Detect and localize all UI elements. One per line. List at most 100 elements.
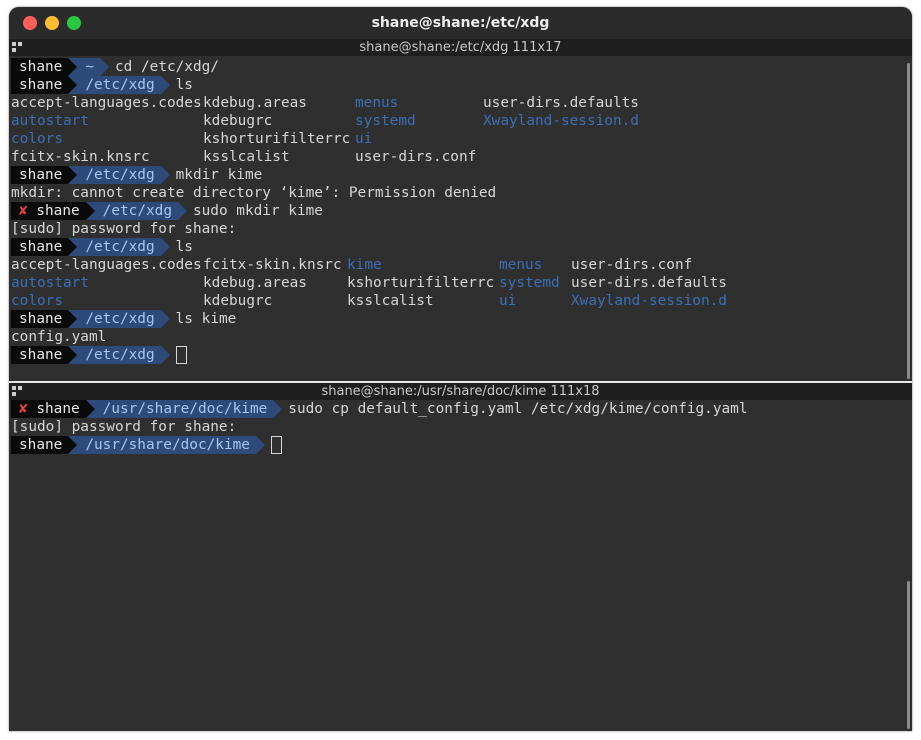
terminal-cursor[interactable]: [270, 436, 282, 454]
terminal-line: shane/etc/xdg: [11, 346, 187, 364]
pane2-title: shane@shane:/usr/share/doc/kime 111x18: [321, 384, 600, 399]
command-text: ls: [175, 77, 193, 93]
prompt-username: shane: [19, 347, 63, 363]
pane1-scrollbar[interactable]: [907, 63, 910, 379]
prompt-username: shane: [36, 401, 80, 417]
ls-directory-entry[interactable]: menus: [355, 94, 398, 112]
prompt-path-segment: /etc/xdg: [77, 76, 161, 94]
ls-file-entry[interactable]: kdebug.areas: [203, 274, 307, 292]
prompt-separator-arrow: [160, 76, 170, 94]
prompt-separator-arrow: [255, 436, 265, 454]
prompt-path-segment: /etc/xdg: [77, 166, 161, 184]
ls-file-entry[interactable]: ksslcalist: [203, 148, 290, 166]
ls-file-entry[interactable]: user-dirs.conf: [355, 148, 476, 166]
terminal-line: shane/usr/share/doc/kime: [11, 436, 282, 454]
prompt-user-segment: shane: [11, 436, 69, 454]
prompt-user-segment: shane: [11, 58, 69, 76]
command-text: sudo cp default_config.yaml /etc/xdg/kim…: [288, 401, 748, 417]
ls-directory-entry[interactable]: kime: [347, 256, 382, 274]
terminal-line: [sudo] password for shane:: [11, 418, 236, 436]
terminal-line: ✘ shane/usr/share/doc/kime sudo cp defaul…: [11, 400, 747, 418]
ls-directory-entry[interactable]: ui: [355, 130, 372, 148]
pane2-scrollbar[interactable]: [907, 581, 910, 729]
prompt-user-segment: shane: [11, 166, 69, 184]
ls-file-entry[interactable]: kshorturifilterrc: [347, 274, 494, 292]
prompt-separator-arrow: [160, 166, 170, 184]
terminal-line: ✘ shane/etc/xdg sudo mkdir kime: [11, 202, 323, 220]
terminal-line: mkdir: cannot create directory ‘kime’: P…: [11, 184, 496, 202]
ls-file-entry[interactable]: accept-languages.codes: [11, 256, 202, 274]
terminal-cursor[interactable]: [175, 346, 187, 364]
ls-file-entry[interactable]: user-dirs.conf: [571, 256, 692, 274]
ls-file-entry[interactable]: fcitx-skin.knsrc: [11, 148, 150, 166]
ls-file-entry[interactable]: user-dirs.defaults: [483, 94, 639, 112]
prompt-username: shane: [36, 203, 80, 219]
ls-directory-entry[interactable]: autostart: [11, 112, 89, 130]
ls-directory-entry[interactable]: systemd: [355, 112, 416, 130]
ls-directory-entry[interactable]: Xwayland-session.d: [483, 112, 639, 130]
prompt-path-segment: /etc/xdg: [77, 310, 161, 328]
terminal-line: shane/etc/xdg ls kime: [11, 310, 236, 328]
prompt-path-segment: /usr/share/doc/kime: [77, 436, 256, 454]
ls-file-entry[interactable]: kdebugrc: [203, 292, 272, 310]
prompt-path-segment: /etc/xdg: [77, 346, 161, 364]
pane1-title: shane@shane:/etc/xdg 111x17: [359, 40, 562, 55]
terminal-pane-top[interactable]: shane ~ cd /etc/xdg/shane/etc/xdg ls accept-…: [9, 58, 912, 381]
ls-file-entry[interactable]: ksslcalist: [347, 292, 434, 310]
prompt-separator-arrow: [68, 346, 78, 364]
prompt-separator-arrow: [160, 310, 170, 328]
prompt-path-segment: /etc/xdg: [77, 238, 161, 256]
ls-file-entry[interactable]: user-dirs.defaults: [571, 274, 727, 292]
pane2-header[interactable]: shane@shane:/usr/share/doc/kime 111x18: [9, 383, 912, 400]
prompt-separator-arrow: [85, 202, 95, 220]
prompt-separator-arrow: [85, 400, 95, 418]
prompt-separator-arrow: [68, 436, 78, 454]
prompt-user-segment: shane: [11, 310, 69, 328]
window-title: shane@shane:/etc/xdg: [371, 15, 550, 31]
output-text: [sudo] password for shane:: [11, 221, 237, 237]
ls-file-entry[interactable]: accept-languages.codes: [11, 94, 202, 112]
prompt-separator-arrow: [68, 310, 78, 328]
ls-file-entry[interactable]: kshorturifilterrc: [203, 130, 350, 148]
prompt-separator-arrow: [68, 76, 78, 94]
prompt-username: shane: [19, 311, 63, 327]
ls-file-entry[interactable]: kdebugrc: [203, 112, 272, 130]
prompt-separator-arrow: [68, 166, 78, 184]
prompt-username: shane: [19, 167, 63, 183]
ls-directory-entry[interactable]: colors: [11, 292, 63, 310]
title-bar: shane@shane:/etc/xdg: [9, 7, 912, 39]
ls-directory-entry[interactable]: autostart: [11, 274, 89, 292]
prompt-user-segment: shane: [11, 238, 69, 256]
terminal-pane-bottom[interactable]: ✘ shane/usr/share/doc/kime sudo cp defaul…: [9, 400, 912, 731]
terminal-line: [sudo] password for shane:: [11, 220, 236, 238]
prompt-separator-arrow: [100, 58, 109, 76]
prompt-separator-arrow: [177, 202, 187, 220]
ls-directory-entry[interactable]: systemd: [499, 274, 560, 292]
prompt-user-segment: shane: [11, 76, 69, 94]
prompt-separator-arrow: [273, 400, 283, 418]
command-text: ls kime: [175, 311, 237, 327]
output-text: [sudo] password for shane:: [11, 419, 237, 435]
ls-file-entry[interactable]: fcitx-skin.knsrc: [203, 256, 342, 274]
ls-directory-entry[interactable]: colors: [11, 130, 63, 148]
command-text: cd /etc/xdg/: [115, 59, 219, 75]
ls-directory-entry[interactable]: Xwayland-session.d: [571, 292, 727, 310]
pane1-header[interactable]: shane@shane:/etc/xdg 111x17: [9, 39, 912, 56]
prompt-username: shane: [19, 437, 63, 453]
prompt-path-segment: /etc/xdg: [94, 202, 178, 220]
prompt-user-segment: ✘ shane: [11, 400, 86, 418]
prompt-separator-arrow: [68, 58, 78, 76]
terminal-line: shane/etc/xdg mkdir kime: [11, 166, 262, 184]
ls-file-entry[interactable]: kdebug.areas: [203, 94, 307, 112]
terminal-line: shane/etc/xdg ls: [11, 238, 193, 256]
output-text: config.yaml: [11, 329, 107, 345]
ls-directory-entry[interactable]: ui: [499, 292, 516, 310]
prompt-username: shane: [19, 239, 63, 255]
prompt-user-segment: shane: [11, 346, 69, 364]
terminal-line: shane ~ cd /etc/xdg/: [11, 58, 219, 76]
ls-directory-entry[interactable]: menus: [499, 256, 542, 274]
error-status-icon: ✘: [19, 401, 28, 417]
terminal-line: shane/etc/xdg ls: [11, 76, 193, 94]
error-status-icon: ✘: [19, 203, 28, 219]
prompt-separator-arrow: [160, 238, 170, 256]
